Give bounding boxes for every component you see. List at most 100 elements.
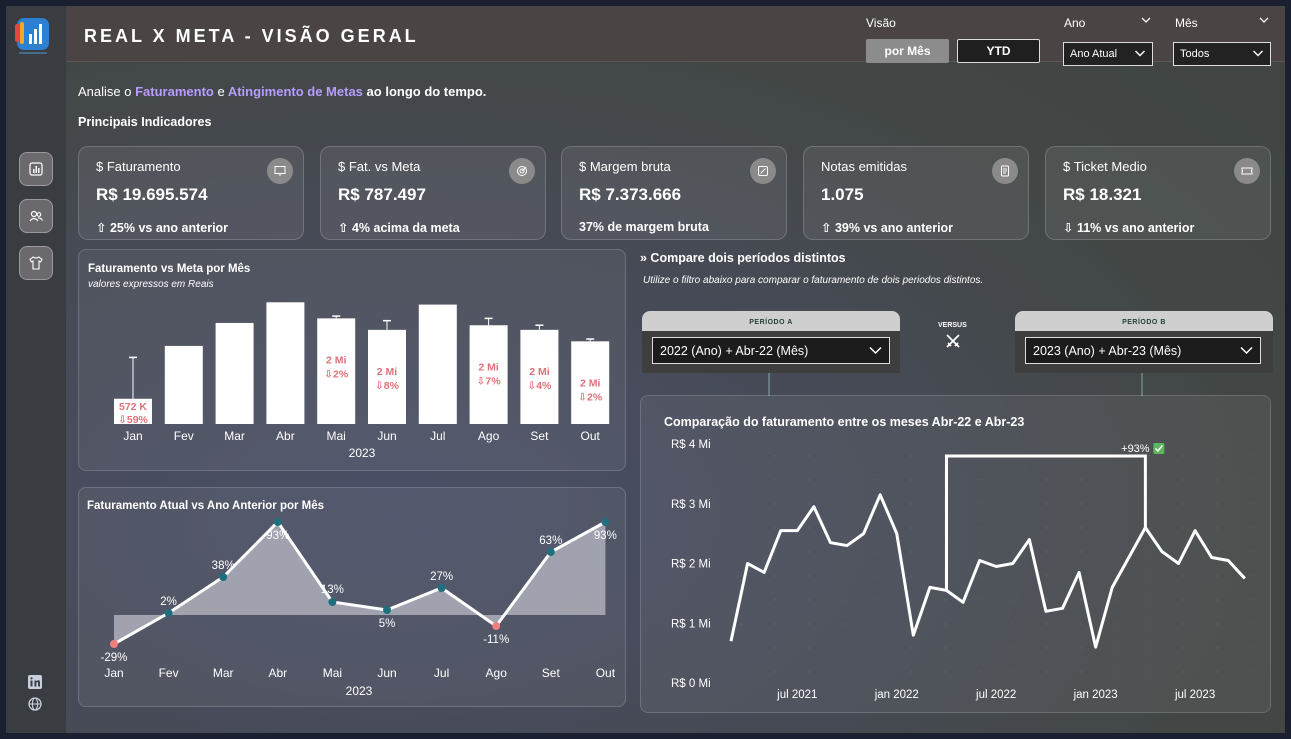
x-tick-label: jul 2021 <box>776 689 817 701</box>
yoy-data-label: 93% <box>594 530 617 542</box>
yoy-point <box>492 622 501 630</box>
compare-chart-panel: Comparação do faturamento entre os meses… <box>640 395 1271 713</box>
grid-dot <box>1148 551 1150 553</box>
grid-dot <box>1114 575 1116 577</box>
grid-dot <box>1182 479 1184 481</box>
grid-dot <box>876 551 878 553</box>
yoy-point <box>328 598 337 606</box>
x-tick-label: Set <box>530 429 549 443</box>
grid-dot <box>910 551 912 553</box>
grid-dot <box>1114 599 1116 601</box>
grid-dot <box>1148 455 1150 457</box>
grid-dot <box>1012 551 1014 553</box>
grid-dot <box>808 575 810 577</box>
linkedin-icon[interactable] <box>26 673 44 691</box>
grid-dot <box>740 575 742 577</box>
kpi-card-margem-bruta: $ Margem bruta R$ 7.373.666 37% de marge… <box>561 146 787 240</box>
grid-dot <box>876 479 878 481</box>
grid-dot <box>1250 503 1252 505</box>
presentation-icon <box>267 158 293 184</box>
bar-fev <box>164 345 203 424</box>
x-axis-label: 2023 <box>349 446 376 460</box>
x-tick-label: Abr <box>276 429 295 443</box>
grid-dot <box>1216 599 1218 601</box>
grid-dot <box>1080 503 1082 505</box>
grid-dot <box>1148 527 1150 529</box>
grid-dot <box>876 455 878 457</box>
x-tick-label: jan 2023 <box>1073 689 1118 701</box>
swords-icon <box>946 334 960 348</box>
grid-dot <box>1046 503 1048 505</box>
kpi-card-notas-emitidas: Notas emitidas 1.075 ⇧ 39% vs ano anteri… <box>803 146 1029 240</box>
grid-dot <box>1046 527 1048 529</box>
bar-delta-label: ⇩59% <box>118 414 148 426</box>
mes-dropdown[interactable]: Todos <box>1173 42 1271 66</box>
grid-dot <box>842 455 844 457</box>
grid-dot <box>842 599 844 601</box>
globe-icon[interactable] <box>26 695 44 713</box>
grid-dot <box>842 503 844 505</box>
grid-dot <box>774 527 776 529</box>
chevron-down-icon[interactable] <box>1141 17 1151 24</box>
grid-dot <box>1182 455 1184 457</box>
x-tick-label: Mar <box>213 666 234 680</box>
x-tick-label: Mar <box>224 429 245 443</box>
grid-dot <box>1080 527 1082 529</box>
grid-dot <box>876 599 878 601</box>
versus-label: VERSUS <box>938 322 967 329</box>
sidebar <box>6 6 66 733</box>
y-tick-label: R$ 2 Mi <box>671 559 711 571</box>
bar-value-label: 2 Mi <box>326 354 347 366</box>
ano-dropdown-value: Ano Atual <box>1070 48 1118 60</box>
ano-dropdown[interactable]: Ano Atual <box>1063 42 1153 66</box>
grid-dot <box>978 575 980 577</box>
grid-dot <box>1250 527 1252 529</box>
period-b-dropdown[interactable]: 2023 (Ano) + Abr-23 (Mês) <box>1025 337 1261 364</box>
grid-dot <box>910 455 912 457</box>
bar-chart: 572 K⇩59% Jan Fev Mar Abr 2 Mi ⇩2% Mai 2 Mi ⇩8% Ju… <box>114 302 610 460</box>
grid-dot <box>1182 575 1184 577</box>
bar-chart-icon <box>29 162 43 176</box>
compare-title: » Compare dois períodos distintos <box>640 251 846 265</box>
grid-dot <box>978 623 980 625</box>
x-tick-label: jul 2022 <box>975 689 1016 701</box>
grid-dot <box>1216 503 1218 505</box>
grid-dot <box>774 503 776 505</box>
grid-dot <box>1216 623 1218 625</box>
chevron-down-icon[interactable] <box>1259 17 1269 24</box>
kpi-card-faturamento: $ Faturamento R$ 19.695.574 ⇧ 25% vs ano… <box>78 146 304 240</box>
yoy-data-label: -11% <box>483 634 509 646</box>
period-a-dropdown[interactable]: 2022 (Ano) + Abr-22 (Mês) <box>652 337 890 364</box>
bar-mar <box>215 322 254 424</box>
bar-delta-label: ⇩8% <box>375 380 400 392</box>
nav-customers-button[interactable] <box>19 199 53 233</box>
grid-dot <box>978 647 980 649</box>
grid-dot <box>740 551 742 553</box>
grid-dot <box>1182 599 1184 601</box>
grid-dot <box>876 527 878 529</box>
yoy-point <box>546 548 555 556</box>
nav-overview-button[interactable] <box>19 152 53 186</box>
comparison-annotation: +93% <box>1121 443 1150 455</box>
por-mes-button[interactable]: por Mês <box>866 39 949 63</box>
nav-products-button[interactable] <box>19 246 53 280</box>
grid-dot <box>1182 647 1184 649</box>
bar-value-label: 2 Mi <box>377 366 398 378</box>
grid-dot <box>842 647 844 649</box>
mes-label: Mês <box>1175 16 1198 30</box>
grid-dot <box>740 455 742 457</box>
period-a-value: 2022 (Ano) + Abr-22 (Mês) <box>660 343 809 358</box>
yoy-data-label: 93% <box>266 530 289 542</box>
grid-dot <box>1148 671 1150 673</box>
bar-value-label: 2 Mi <box>478 361 499 373</box>
grid-dot <box>1250 623 1252 625</box>
bar-value-label: 2 Mi <box>580 377 601 389</box>
grid-dot <box>774 575 776 577</box>
yoy-data-label: 13% <box>321 584 344 596</box>
grid-dot <box>808 479 810 481</box>
yoy-data-label: 27% <box>430 571 453 583</box>
grid-dot <box>1250 671 1252 673</box>
ytd-button[interactable]: YTD <box>957 39 1040 63</box>
grid-dot <box>1148 479 1150 481</box>
bar-delta-label: ⇩2% <box>324 368 349 380</box>
